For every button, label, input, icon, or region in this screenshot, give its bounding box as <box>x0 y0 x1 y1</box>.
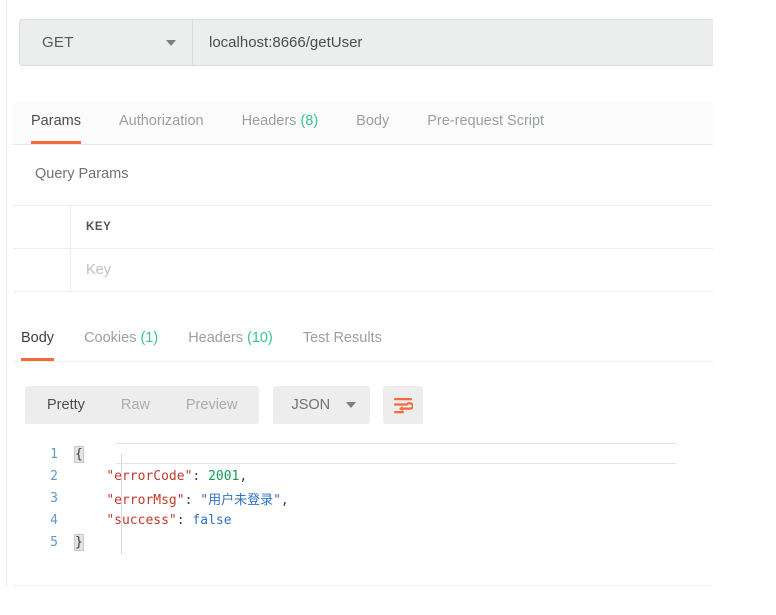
tab-label: Headers <box>188 330 244 346</box>
word-wrap-toggle-button[interactable] <box>383 386 424 424</box>
code-line: 1{ <box>13 443 713 465</box>
line-number: 3 <box>50 490 58 506</box>
http-method-select[interactable]: GET <box>20 20 193 65</box>
select-all-checkbox-cell[interactable] <box>13 206 71 248</box>
code-line: 4 "success": false <box>13 509 713 531</box>
response-tab-cookies[interactable]: Cookies (1) <box>84 320 158 361</box>
response-tab-headers[interactable]: Headers (10) <box>188 320 273 361</box>
code-line: 2 "errorCode": 2001, <box>13 465 713 487</box>
request-tab-params[interactable]: Params <box>31 102 81 144</box>
chevron-down-icon <box>346 402 357 408</box>
view-mode-raw[interactable]: Raw <box>103 386 168 424</box>
request-url-input[interactable]: localhost:8666/getUser <box>193 20 713 65</box>
response-tab-body[interactable]: Body <box>21 320 55 361</box>
request-tab-authorization[interactable]: Authorization <box>119 102 204 144</box>
code-text: "errorCode": 2001, <box>106 468 248 484</box>
tab-label: Cookies <box>84 330 137 346</box>
chevron-down-icon <box>166 39 176 46</box>
code-text: } <box>74 533 84 551</box>
code-text: "errorMsg": "用户未登录", <box>106 492 289 508</box>
request-tab-body[interactable]: Body <box>356 102 389 144</box>
tab-count-badge: (8) <box>296 113 319 129</box>
request-tab-headers[interactable]: Headers (8) <box>242 102 319 144</box>
tab-label: Body <box>21 330 55 346</box>
tab-label: Test Results <box>302 330 382 346</box>
response-tab-strip: Body Cookies (1) Headers (10) Test Results <box>13 320 713 362</box>
query-params-table: KEY Key <box>13 205 713 292</box>
column-header-key-label: KEY <box>86 221 112 233</box>
postman-window: GET localhost:8666/getUser Params Authori… <box>0 0 776 615</box>
response-body-toolbar: Pretty Raw Preview JSON <box>25 386 424 424</box>
tab-label: Params <box>31 113 81 129</box>
response-json-code: 1{2 "errorCode": 2001, 3 "errorMsg": "用户未… <box>13 443 713 553</box>
http-method-label: GET <box>42 34 74 51</box>
line-number: 4 <box>50 512 58 528</box>
response-format-label: JSON <box>291 397 331 413</box>
code-text: { <box>74 445 84 463</box>
request-url-bar: GET localhost:8666/getUser <box>19 19 713 66</box>
line-number: 5 <box>50 534 58 550</box>
tab-label: Pre-request Script <box>427 113 545 129</box>
response-format-select[interactable]: JSON <box>273 386 371 424</box>
request-tab-pre-request-script[interactable]: Pre-request Script <box>427 102 544 144</box>
row-checkbox-cell[interactable] <box>13 249 71 291</box>
table-row: Key <box>13 249 713 292</box>
response-tab-test-results[interactable]: Test Results <box>303 320 382 361</box>
request-response-pane: GET localhost:8666/getUser Params Authori… <box>6 0 713 586</box>
param-key-input[interactable]: Key <box>71 249 713 291</box>
column-header-key: KEY <box>71 206 713 248</box>
line-number: 1 <box>50 446 58 462</box>
view-mode-segmented-control: Pretty Raw Preview <box>25 386 260 424</box>
query-params-title: Query Params <box>35 166 129 182</box>
code-line: 5} <box>13 531 713 553</box>
code-text: "success": false <box>106 512 232 528</box>
view-mode-preview[interactable]: Preview <box>168 386 256 424</box>
word-wrap-icon <box>394 397 414 413</box>
code-line: 3 "errorMsg": "用户未登录", <box>13 487 713 509</box>
tab-count-badge: (10) <box>243 330 273 346</box>
view-mode-pretty[interactable]: Pretty <box>29 386 103 424</box>
tab-label: Authorization <box>118 113 204 129</box>
response-body-editor[interactable]: 1{2 "errorCode": 2001, 3 "errorMsg": "用户未… <box>13 443 713 586</box>
tab-label: Body <box>356 113 390 129</box>
request-tab-strip: Params Authorization Headers (8) Body Pre-re… <box>13 102 713 145</box>
tab-count-badge: (1) <box>136 330 159 346</box>
table-header-row: KEY <box>13 206 713 249</box>
line-number: 2 <box>50 468 58 484</box>
tab-label: Headers <box>241 113 297 129</box>
param-key-placeholder: Key <box>86 262 111 278</box>
